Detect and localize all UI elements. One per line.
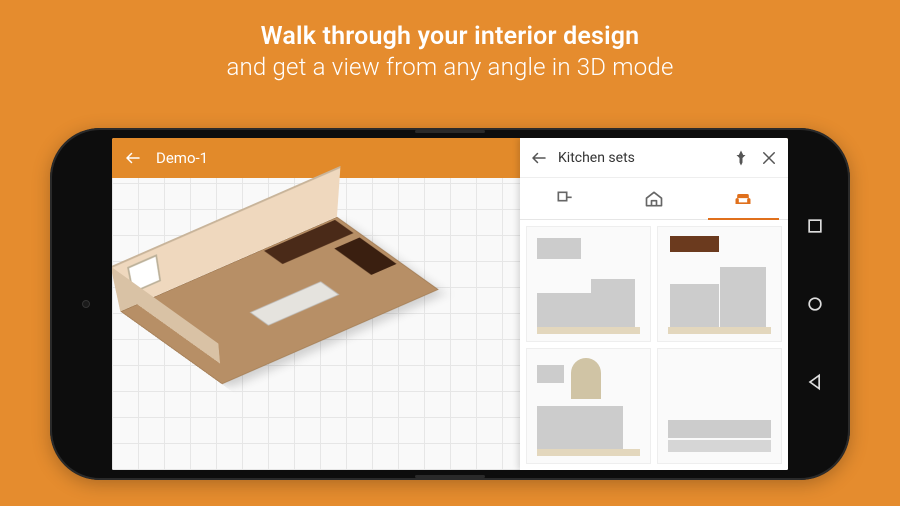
catalog-item-dark[interactable]	[657, 226, 782, 342]
project-title: Demo-1	[156, 149, 208, 167]
panel-tabs	[520, 178, 788, 220]
sofa-icon	[733, 189, 753, 209]
tab-furniture[interactable]	[699, 178, 788, 219]
panel-back-icon[interactable]	[530, 149, 548, 167]
kitchen-island	[250, 281, 339, 325]
panel-title: Kitchen sets	[558, 150, 722, 166]
promo-banner: Walk through your interior design and ge…	[0, 0, 900, 81]
camera-icon	[82, 300, 90, 308]
home-icon[interactable]	[805, 294, 825, 314]
catalog-grid	[520, 220, 788, 470]
tab-house[interactable]	[609, 178, 698, 219]
catalog-item-white[interactable]	[657, 348, 782, 464]
panel-header: Kitchen sets	[520, 138, 788, 178]
promo-line-2: and get a view from any angle in 3D mode	[0, 53, 900, 81]
catalog-item-cream[interactable]	[526, 348, 651, 464]
system-nav	[798, 128, 832, 480]
device-frame: Demo-1 Kit	[50, 128, 850, 480]
floorplan-icon	[555, 189, 575, 209]
catalog-item-green[interactable]	[526, 226, 651, 342]
back-icon[interactable]	[805, 372, 825, 392]
app-screen: Demo-1 Kit	[112, 138, 788, 470]
pin-icon[interactable]	[732, 149, 750, 167]
promo-line-1: Walk through your interior design	[0, 22, 900, 51]
back-arrow-icon[interactable]	[124, 149, 142, 167]
recent-apps-icon[interactable]	[805, 216, 825, 236]
close-icon[interactable]	[760, 149, 778, 167]
tab-floorplan[interactable]	[520, 178, 609, 219]
house-icon	[644, 189, 664, 209]
catalog-panel: Kitchen sets	[520, 138, 788, 470]
